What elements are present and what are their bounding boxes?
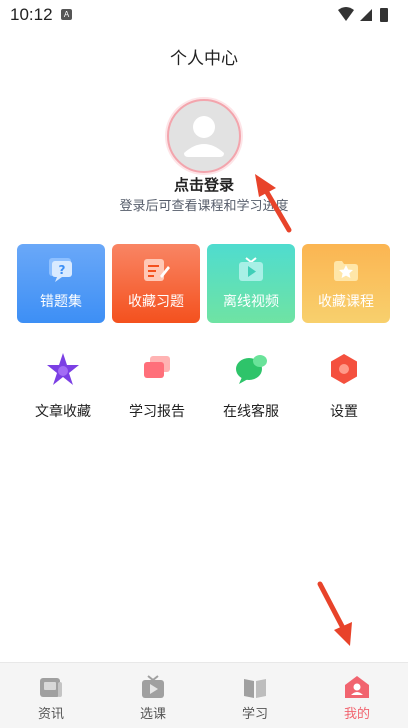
tool-settings[interactable]: 设置 xyxy=(297,350,391,426)
status-bar: 10:12 A xyxy=(0,0,408,30)
question-chat-icon: ? xyxy=(49,258,72,282)
card-label: 收藏习题 xyxy=(128,294,184,310)
status-icons xyxy=(338,7,388,22)
card-label: 离线视频 xyxy=(223,294,279,310)
card-wrong-questions[interactable]: ? 错题集 xyxy=(17,244,105,323)
card-label: 错题集 xyxy=(40,294,82,310)
report-cards-icon xyxy=(144,356,170,378)
page-title: 个人中心 xyxy=(170,49,238,69)
star-icon xyxy=(47,353,79,385)
nav-tab-mine[interactable]: 我的 xyxy=(306,663,408,728)
hexagon-settings-icon xyxy=(331,354,357,384)
book-icon xyxy=(244,679,266,698)
user-avatar-icon xyxy=(184,116,224,157)
nav-label: 选课 xyxy=(139,707,166,722)
signal-icon xyxy=(360,9,372,21)
tool-label: 学习报告 xyxy=(129,404,185,420)
tv-play-icon xyxy=(239,257,263,281)
tool-label: 在线客服 xyxy=(223,404,279,420)
status-time: 10:12 xyxy=(10,5,53,24)
card-label: 收藏课程 xyxy=(318,294,374,310)
nav-tab-study[interactable]: 学习 xyxy=(204,663,306,728)
login-hint: 登录后可查看课程和学习进度 xyxy=(119,199,289,214)
tool-online-service[interactable]: 在线客服 xyxy=(204,350,298,426)
arrow-pointing-mine-tab-icon xyxy=(317,581,352,646)
nav-label: 学习 xyxy=(241,707,268,722)
user-home-icon xyxy=(345,676,369,698)
tv-icon xyxy=(142,675,164,698)
edit-doc-icon xyxy=(144,259,170,281)
nav-tab-news[interactable]: 资讯 xyxy=(0,663,102,728)
nav-label: 我的 xyxy=(343,707,370,722)
nav-tab-courses[interactable]: 选课 xyxy=(102,663,204,728)
news-icon xyxy=(40,678,62,697)
card-offline-video[interactable]: 离线视频 xyxy=(207,244,295,323)
tool-article-favorites[interactable]: 文章收藏 xyxy=(16,350,110,426)
card-favorite-exercises[interactable]: 收藏习题 xyxy=(112,244,200,323)
tool-label: 文章收藏 xyxy=(35,404,91,420)
svg-text:?: ? xyxy=(59,263,66,277)
battery-icon xyxy=(380,8,388,22)
chat-bubbles-icon xyxy=(236,355,267,384)
star-folder-icon xyxy=(334,261,358,281)
nav-label: 资讯 xyxy=(37,707,64,722)
tool-study-report[interactable]: 学习报告 xyxy=(110,350,204,426)
tool-label: 设置 xyxy=(330,404,358,420)
card-favorite-courses[interactable]: 收藏课程 xyxy=(302,244,390,323)
login-button[interactable]: 点击登录 xyxy=(0,174,408,195)
avatar[interactable] xyxy=(167,99,241,173)
notification-icon: A xyxy=(61,9,72,20)
wifi-icon xyxy=(338,7,354,21)
bottom-nav: 资讯 选课 学习 我的 xyxy=(0,662,408,728)
